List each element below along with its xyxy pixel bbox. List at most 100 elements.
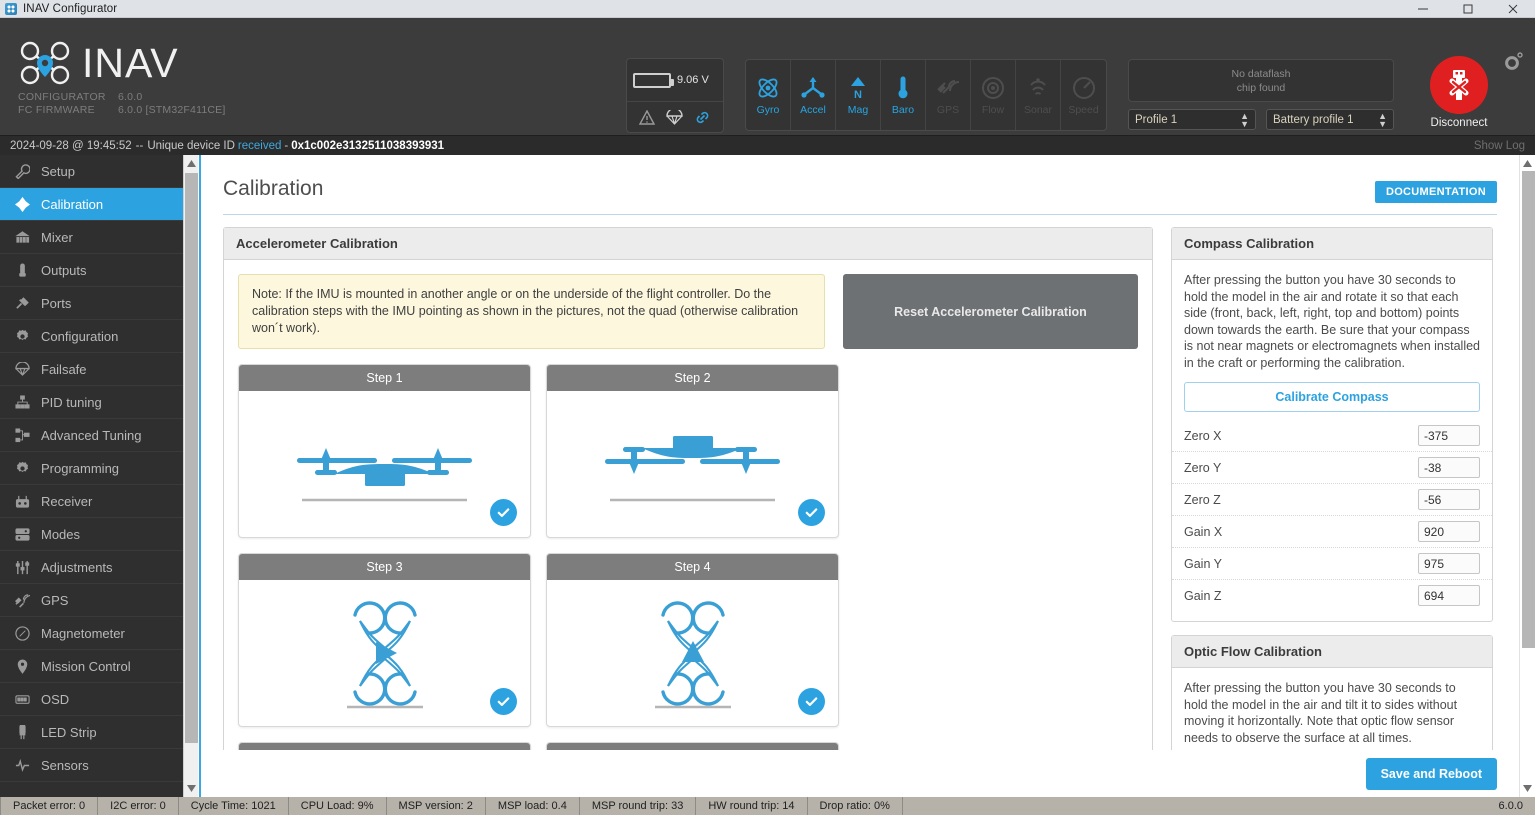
sidebar-item-receiver[interactable]: Receiver: [0, 485, 183, 518]
calibration-step-card[interactable]: Step 3: [238, 553, 531, 727]
flow-icon: [980, 75, 1006, 101]
scroll-up-icon[interactable]: [184, 155, 199, 172]
window-controls: [1400, 0, 1535, 18]
sidebar-item-label: PID tuning: [41, 395, 102, 410]
compass-field-input[interactable]: [1418, 521, 1480, 542]
transmitter-icon: [14, 494, 31, 509]
log-status: received: [238, 140, 281, 152]
save-and-reboot-button[interactable]: Save and Reboot: [1366, 758, 1497, 790]
calibration-step-card[interactable]: Step 4: [546, 553, 839, 727]
content-scroll-up-icon[interactable]: [1520, 155, 1535, 172]
profile-select[interactable]: Profile 1 ▲▼: [1128, 109, 1256, 130]
sidebar-item-adjustments[interactable]: Adjustments: [0, 551, 183, 584]
compass-panel-title: Compass Calibration: [1172, 228, 1492, 260]
mag-icon: N: [845, 75, 871, 101]
maximize-icon[interactable]: [1445, 0, 1490, 18]
step-complete-check-icon: [798, 688, 825, 715]
step-label: Step 3: [239, 554, 530, 580]
close-icon[interactable]: [1490, 0, 1535, 18]
sidebar-item-modes[interactable]: Modes: [0, 518, 183, 551]
compass-field-input[interactable]: [1418, 457, 1480, 478]
calibrate-compass-button[interactable]: Calibrate Compass: [1184, 382, 1480, 412]
compass-field-row: Gain X: [1172, 516, 1492, 548]
sidebar-item-label: Calibration: [41, 197, 103, 212]
sidebar-item-setup[interactable]: Setup: [0, 155, 183, 188]
sidebar-item-configuration[interactable]: Configuration: [0, 320, 183, 353]
compass-field-input[interactable]: [1418, 425, 1480, 446]
gyro-icon: [755, 75, 781, 101]
compass-field-input[interactable]: [1418, 489, 1480, 510]
compass-field-input[interactable]: [1418, 585, 1480, 606]
show-log-button[interactable]: Show Log: [1474, 140, 1525, 152]
firmware-label: FC FIRMWARE: [18, 104, 118, 117]
compass-fields: Zero XZero YZero ZGain XGain YGain Z: [1172, 420, 1492, 611]
sidebar-item-led-strip[interactable]: LED Strip: [0, 716, 183, 749]
sidebar-item-ports[interactable]: Ports: [0, 287, 183, 320]
main-content: Calibration DOCUMENTATION Accelerometer …: [201, 155, 1519, 797]
status-item: Packet error: 0: [0, 797, 98, 815]
content-scrollbar[interactable]: [1519, 155, 1535, 797]
sidebar-item-failsafe[interactable]: Failsafe: [0, 353, 183, 386]
sensor-gps-label: GPS: [937, 104, 959, 116]
gear-icon: [14, 329, 31, 344]
sensor-baro-label: Baro: [892, 104, 914, 116]
sidebar-item-label: Sensors: [41, 758, 89, 773]
documentation-button[interactable]: DOCUMENTATION: [1375, 181, 1497, 203]
step-label: Step 1: [239, 365, 530, 391]
sidebar-item-gps[interactable]: GPS: [0, 584, 183, 617]
sidebar-item-label: Receiver: [41, 494, 92, 509]
nodes-icon: [14, 428, 31, 443]
settings-gear-icon[interactable]: [1503, 52, 1523, 77]
sensor-gyro: Gyro: [746, 60, 791, 130]
dataflash-status: No dataflash chip found: [1128, 59, 1394, 102]
led-icon: [14, 725, 31, 740]
scroll-down-icon[interactable]: [184, 780, 199, 797]
sidebar-item-sensors[interactable]: Sensors: [0, 749, 183, 782]
brand-block: INAV CONFIGURATOR 6.0.0 FC FIRMWARE 6.0.…: [18, 40, 378, 117]
sidebar-item-mixer[interactable]: Mixer: [0, 221, 183, 254]
sidebar-item-label: OSD: [41, 692, 69, 707]
sensor-speed: Speed: [1061, 60, 1106, 130]
content-scroll-down-icon[interactable]: [1520, 780, 1535, 797]
disconnect-label: Disconnect: [1431, 117, 1488, 129]
content-scrollbar-thumb[interactable]: [1522, 171, 1535, 648]
usb-disconnect-icon: [1443, 67, 1475, 103]
sidebar-item-magnetometer[interactable]: Magnetometer: [0, 617, 183, 650]
compass-field-input[interactable]: [1418, 553, 1480, 574]
calibration-step-card[interactable]: Step 1: [238, 364, 531, 538]
sidebar-scrollbar[interactable]: [183, 155, 198, 797]
sidebar-item-mission-control[interactable]: Mission Control: [0, 650, 183, 683]
compass-field-label: Gain X: [1184, 525, 1222, 539]
compass-field-label: Zero Z: [1184, 493, 1221, 507]
sidebar-item-outputs[interactable]: Outputs: [0, 254, 183, 287]
sidebar-item-label: Modes: [41, 527, 80, 542]
sidebar-item-osd[interactable]: OSD: [0, 683, 183, 716]
sidebar-scrollbar-thumb[interactable]: [185, 173, 198, 743]
log-bar: 2024-09-28 @ 19:45:52 -- Unique device I…: [0, 135, 1535, 155]
status-item: HW round trip: 14: [696, 797, 807, 815]
reset-accelerometer-button[interactable]: Reset Accelerometer Calibration: [843, 274, 1138, 349]
sidebar-item-calibration[interactable]: Calibration: [0, 188, 183, 221]
chevron-updown-icon: ▲▼: [1240, 112, 1249, 128]
baro-icon: [890, 75, 916, 101]
log-timestamp: 2024-09-28 @ 19:45:52: [10, 140, 132, 152]
compass-field-label: Zero X: [1184, 429, 1222, 443]
sidebar-item-programming[interactable]: Programming: [0, 452, 183, 485]
compass-field-label: Gain Y: [1184, 557, 1222, 571]
sensor-gyro-label: Gyro: [757, 104, 780, 116]
minimize-icon[interactable]: [1400, 0, 1445, 18]
sidebar-item-advanced-tuning[interactable]: Advanced Tuning: [0, 419, 183, 452]
battery-profile-select[interactable]: Battery profile 1 ▲▼: [1266, 109, 1394, 130]
calibration-step-card[interactable]: Step 2: [546, 364, 839, 538]
sitemap-icon: [14, 395, 31, 410]
sidebar-item-pid-tuning[interactable]: PID tuning: [0, 386, 183, 419]
crosshair-icon: [14, 197, 31, 212]
app-header: INAV CONFIGURATOR 6.0.0 FC FIRMWARE 6.0.…: [0, 18, 1535, 135]
log-device-id: 0x1c002e3132511038393931: [291, 140, 444, 152]
optic-flow-description: After pressing the button you have 30 se…: [1172, 668, 1492, 746]
disconnect-button[interactable]: Disconnect: [1420, 56, 1498, 129]
status-bar: Packet error: 0I2C error: 0Cycle Time: 1…: [0, 797, 1535, 815]
battery-profile-select-value: Battery profile 1: [1273, 114, 1354, 126]
profile-select-value: Profile 1: [1135, 114, 1177, 126]
calibration-steps: Step 1 Step 2 Step 3: [238, 364, 1138, 797]
